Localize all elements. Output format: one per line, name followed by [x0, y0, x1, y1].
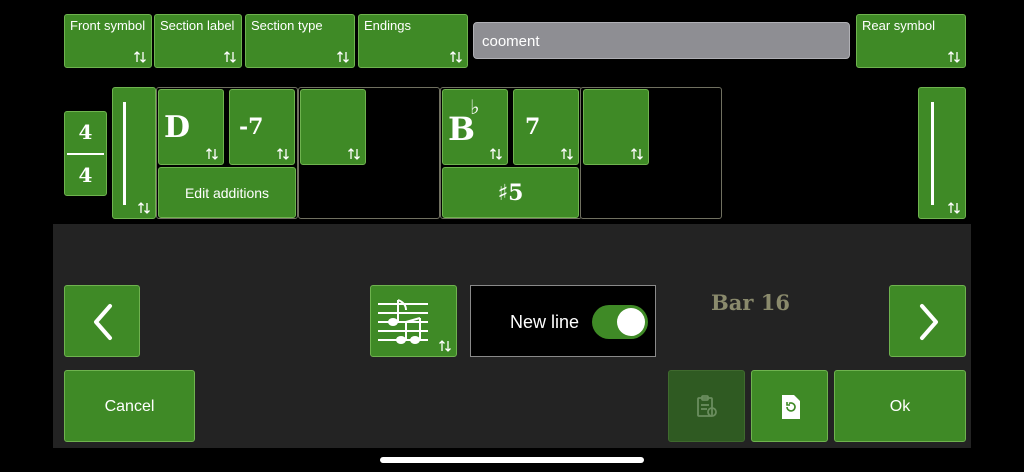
edit-additions-button[interactable]: Edit additions — [158, 167, 296, 218]
swap-arrows-icon — [947, 50, 961, 64]
chord-root-bflat-button[interactable]: B ♭ — [442, 89, 508, 165]
revert-icon — [780, 394, 802, 425]
paste-icon — [696, 395, 718, 424]
swap-arrows-icon — [205, 147, 219, 161]
swap-arrows-icon — [560, 147, 574, 161]
section-label-label: Section label — [160, 18, 235, 33]
time-signature-divider — [67, 153, 104, 155]
score-layout-icon — [376, 296, 430, 353]
swap-arrows-icon — [947, 201, 961, 215]
cancel-button[interactable]: Cancel — [64, 370, 195, 442]
new-line-control: New line — [470, 285, 656, 357]
swap-arrows-icon — [336, 50, 350, 64]
rear-symbol-button[interactable]: Rear symbol — [856, 14, 966, 68]
chord-addition-button[interactable]: ♯5 — [442, 167, 579, 218]
barline-icon — [931, 102, 934, 205]
comment-input[interactable]: cooment — [473, 22, 850, 59]
start-barline-button[interactable] — [112, 87, 156, 219]
chord-quality-7-button[interactable]: 7 — [513, 89, 579, 165]
section-label-button[interactable]: Section label — [154, 14, 242, 68]
new-line-toggle[interactable] — [592, 305, 648, 339]
comment-value: cooment — [482, 33, 540, 50]
empty-chord-slot-button[interactable] — [583, 89, 649, 165]
score-layout-button[interactable] — [370, 285, 457, 357]
time-signature-bottom: 4 — [78, 163, 93, 187]
toggle-knob — [617, 308, 645, 336]
cancel-label: Cancel — [104, 398, 155, 415]
barline-icon — [123, 102, 126, 205]
next-bar-button[interactable] — [889, 285, 966, 357]
time-signature-button[interactable]: 4 4 — [64, 111, 107, 196]
swap-arrows-icon — [347, 147, 361, 161]
swap-arrows-icon — [137, 201, 151, 215]
rear-symbol-label: Rear symbol — [862, 18, 935, 33]
section-type-label: Section type — [251, 18, 323, 33]
chord-root: D — [164, 110, 191, 145]
home-indicator[interactable] — [380, 457, 644, 463]
previous-bar-button[interactable] — [64, 285, 140, 357]
ok-button[interactable]: Ok — [834, 370, 966, 442]
bar-number-label: Bar 16 — [711, 290, 790, 315]
chord-quality: -7 — [239, 114, 264, 140]
revert-button[interactable] — [751, 370, 828, 442]
swap-arrows-icon — [630, 147, 644, 161]
swap-arrows-icon — [438, 339, 452, 353]
chord-root-d-button[interactable]: D — [158, 89, 224, 165]
endings-button[interactable]: Endings — [358, 14, 468, 68]
empty-chord-slot-button[interactable] — [300, 89, 366, 165]
paste-button-disabled[interactable] — [668, 370, 745, 442]
ok-label: Ok — [889, 398, 911, 415]
front-symbol-label: Front symbol — [70, 18, 146, 33]
chord-quality-minor7-button[interactable]: -7 — [229, 89, 295, 165]
flat-accidental: ♭ — [470, 95, 480, 119]
swap-arrows-icon — [276, 147, 290, 161]
swap-arrows-icon — [449, 50, 463, 64]
endings-label: Endings — [364, 18, 411, 33]
swap-arrows-icon — [133, 50, 147, 64]
edit-additions-label: Edit additions — [184, 185, 270, 201]
chord-addition: ♯5 — [497, 180, 524, 206]
front-symbol-button[interactable]: Front symbol — [64, 14, 152, 68]
section-type-button[interactable]: Section type — [245, 14, 355, 68]
time-signature-top: 4 — [78, 120, 93, 144]
new-line-label: New line — [510, 312, 580, 332]
end-barline-button[interactable] — [918, 87, 966, 219]
swap-arrows-icon — [223, 50, 237, 64]
chord-quality: 7 — [525, 114, 541, 140]
swap-arrows-icon — [489, 147, 503, 161]
